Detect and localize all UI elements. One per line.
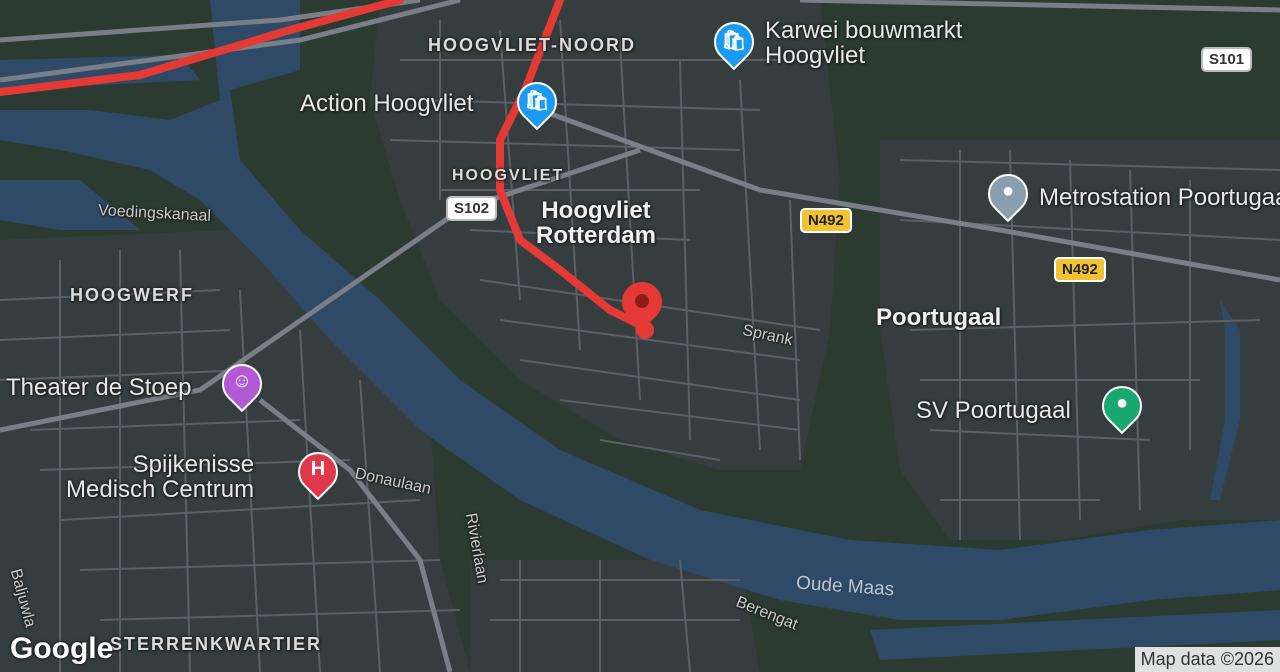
poi-label-line2: Medisch Centrum <box>66 476 255 504</box>
place-label-poortugaal[interactable]: Poortugaal <box>876 305 1001 330</box>
shopping-bag-icon: 🛍 <box>524 90 550 112</box>
park-icon: ● <box>1115 392 1129 414</box>
map-attribution[interactable]: Map data ©2026 <box>1134 647 1280 672</box>
destination-marker[interactable] <box>613 273 671 331</box>
road-shield-s102: S102 <box>446 196 498 221</box>
poi-label-spijkenisse[interactable]: Spijkenisse Medisch Centrum <box>66 451 255 504</box>
road-shield-n492: N492 <box>800 208 852 233</box>
poi-pin-karwei[interactable]: 🛍 <box>705 13 763 71</box>
district-label-hoogvliet-noord: HOOGVLIET-NOORD <box>428 35 637 55</box>
poi-label-sv-poortugaal[interactable]: SV Poortugaal <box>916 398 1071 423</box>
district-label-sterrenkwartier: STERRENKWARTIER <box>110 634 323 654</box>
map-base-layer <box>0 0 1280 672</box>
poi-pin-metrostation[interactable]: ● <box>979 165 1037 223</box>
poi-label-action[interactable]: Action Hoogvliet <box>300 91 473 116</box>
poi-pin-sv-poortugaal[interactable]: ● <box>1093 377 1151 435</box>
poi-label-line2: Hoogvliet <box>765 42 866 70</box>
shopping-bag-icon: 🛍 <box>721 30 747 52</box>
poi-label-metrostation[interactable]: Metrostation Poortugaal <box>1039 185 1280 210</box>
poi-pin-spijkenisse[interactable]: H <box>289 443 347 501</box>
road-shield-s101: S101 <box>1201 47 1253 72</box>
marker-dot <box>635 294 649 308</box>
place-label-hoogvliet-rotterdam[interactable]: Hoogvliet Rotterdam <box>536 197 657 250</box>
poi-pin-action[interactable]: 🛍 <box>508 73 566 131</box>
place-label-line1: Hoogvliet <box>541 197 651 224</box>
place-label-line2: Rotterdam <box>536 222 657 250</box>
google-logo: Google <box>10 632 114 665</box>
poi-pin-theater[interactable]: ☺ <box>213 355 271 413</box>
poi-label-line1: Spijkenisse <box>132 451 255 478</box>
poi-label-karwei[interactable]: Karwei bouwmarkt Hoogvliet <box>765 17 963 70</box>
hospital-icon: H <box>310 458 326 480</box>
map-canvas[interactable]: HOOGVLIET-NOORD HOOGVLIET HOOGWERF STERR… <box>0 0 1280 672</box>
poi-label-line1: Karwei bouwmarkt <box>765 17 963 44</box>
district-label-hoogvliet: HOOGVLIET <box>452 167 565 184</box>
road-shield-n492: N492 <box>1054 257 1106 282</box>
poi-label-theater[interactable]: Theater de Stoep <box>6 375 191 400</box>
district-label-hoogwerf: HOOGWERF <box>70 285 194 305</box>
transit-icon: ● <box>1001 180 1015 202</box>
theater-masks-icon: ☺ <box>231 370 253 392</box>
